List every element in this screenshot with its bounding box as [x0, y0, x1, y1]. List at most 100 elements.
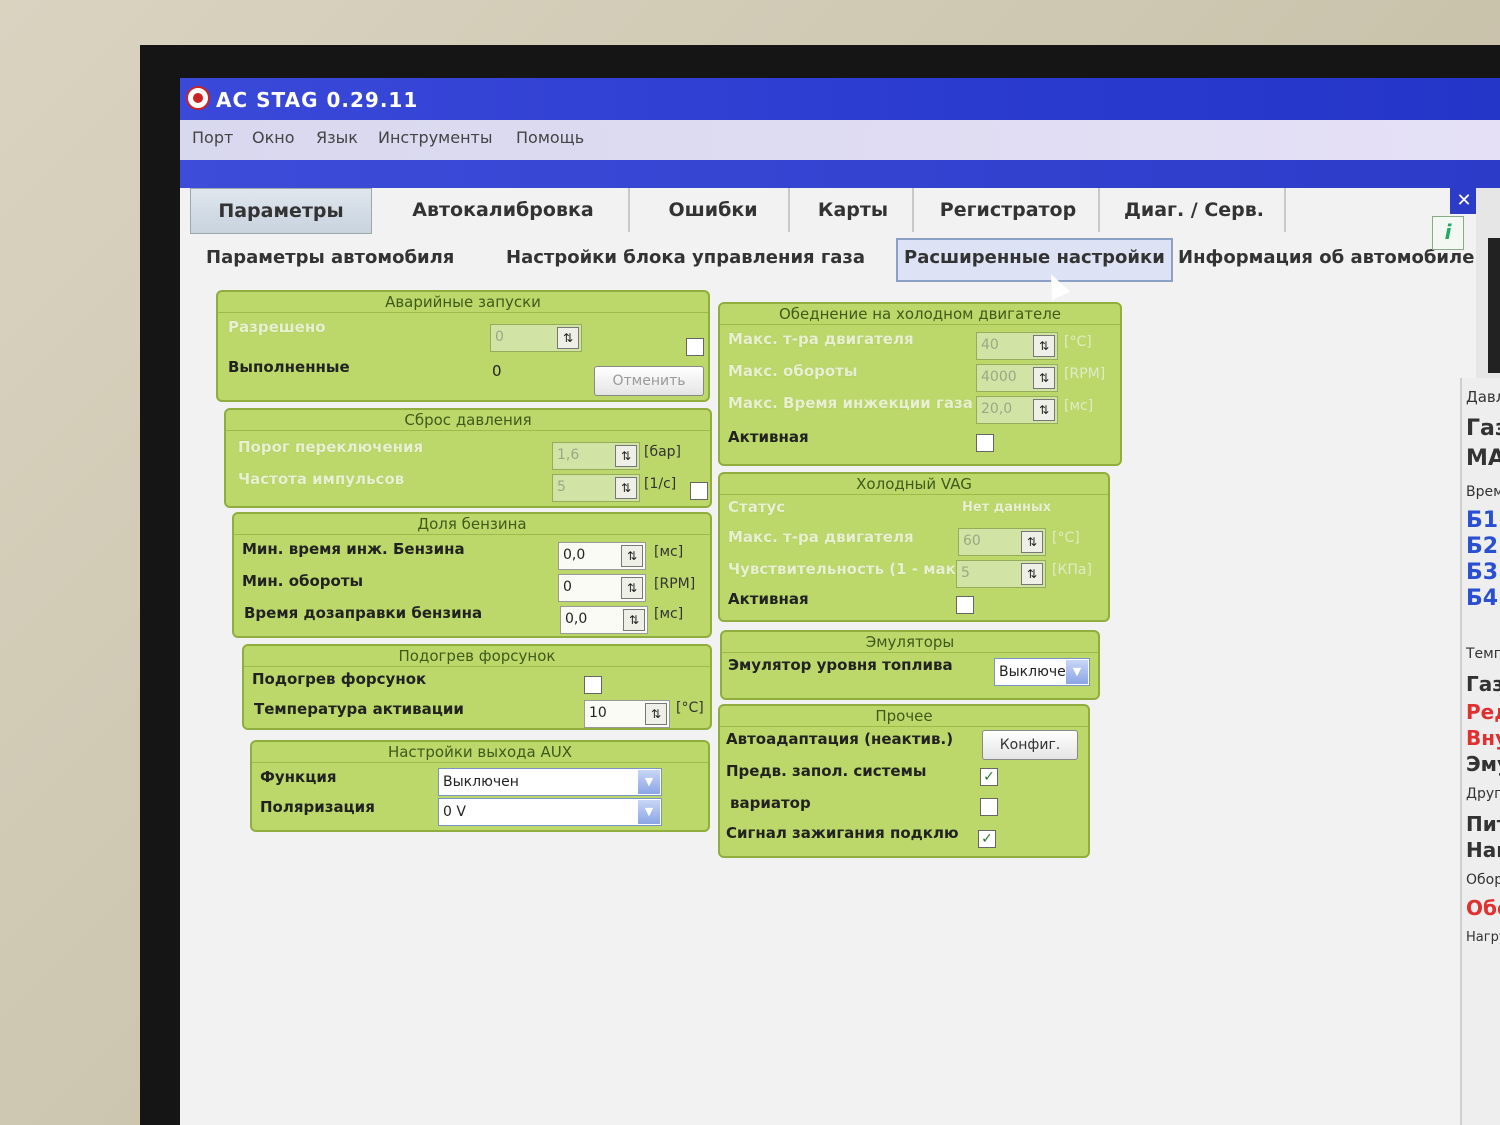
spin-arrows-icon[interactable]: ⇅ [1033, 399, 1055, 421]
petrol-share-title: Доля бензина [234, 514, 710, 535]
refuel-time-spinner[interactable]: 0,0 ⇅ [560, 606, 648, 634]
pressure-release-checkbox[interactable] [690, 482, 708, 500]
sidebar-label: Эмул. [1466, 752, 1500, 776]
menu-tools[interactable]: Инструменты [378, 128, 493, 147]
tab-recorder[interactable]: Регистратор [918, 188, 1100, 232]
min-rpm-spinner[interactable]: 0 ⇅ [558, 574, 646, 602]
injector-heating-label: Подогрев форсунок [252, 670, 427, 688]
injector-heating-checkbox[interactable] [584, 676, 602, 694]
menu-language[interactable]: Язык [316, 128, 358, 147]
max-engine-temp-spinner[interactable]: 40 ⇅ [976, 332, 1058, 360]
spin-arrows-icon[interactable]: ⇅ [1021, 531, 1043, 553]
sidebar-label: МА [1466, 446, 1500, 471]
min-injection-time-spinner[interactable]: 0,0 ⇅ [558, 542, 646, 570]
tab-errors[interactable]: Ошибки [638, 188, 790, 232]
chevron-down-icon[interactable]: ▼ [638, 770, 660, 794]
max-engine-temp-label: Макс. т-ра двигателя [728, 330, 914, 348]
vag-temp-label: Макс. т-ра двигателя [728, 528, 914, 546]
activation-temp-unit: [°C] [676, 700, 704, 716]
menu-bar: Порт Окно Язык Инструменты Помощь [180, 120, 1500, 160]
spin-arrows-icon[interactable]: ⇅ [615, 477, 637, 499]
sidebar-label: Ред. [1466, 700, 1500, 724]
max-gas-injection-spinner[interactable]: 20,0 ⇅ [976, 396, 1058, 424]
min-rpm-label: Мин. обороты [242, 572, 364, 590]
max-gas-injection-unit: [мс] [1064, 398, 1094, 414]
emulators-title: Эмуляторы [722, 632, 1098, 653]
menu-window[interactable]: Окно [252, 128, 295, 147]
done-label: Выполненные [228, 358, 350, 376]
aux-output-panel: Настройки выхода AUX Функция Выключен ▼ … [250, 740, 710, 832]
max-engine-temp-unit: [°C] [1064, 334, 1092, 350]
spin-arrows-icon[interactable]: ⇅ [1033, 335, 1055, 357]
vag-status-label: Статус [728, 498, 786, 516]
cancel-button[interactable]: Отменить [594, 366, 704, 396]
allowed-spinner[interactable]: 0 ⇅ [490, 324, 582, 352]
menu-port[interactable]: Порт [192, 128, 233, 147]
other-title: Прочее [720, 706, 1088, 727]
menu-help[interactable]: Помощь [516, 128, 584, 147]
activation-temp-label: Температура активации [254, 700, 464, 718]
threshold-spinner[interactable]: 1,6 ⇅ [552, 442, 640, 470]
frequency-spinner[interactable]: 5 ⇅ [552, 474, 640, 502]
fuel-level-emulator-select[interactable]: Выключе ▼ [994, 658, 1090, 686]
vag-temp-spinner[interactable]: 60 ⇅ [958, 528, 1046, 556]
spin-arrows-icon[interactable]: ⇅ [1021, 563, 1043, 585]
info-icon[interactable]: i [1432, 216, 1464, 250]
chevron-down-icon[interactable]: ▼ [1066, 660, 1088, 684]
sidebar-label: Обороты [об [1466, 872, 1500, 888]
spin-arrows-icon[interactable]: ⇅ [621, 577, 643, 599]
refuel-time-unit: [мс] [654, 606, 684, 622]
variator-checkbox[interactable] [980, 798, 998, 816]
chevron-down-icon[interactable]: ▼ [638, 800, 660, 824]
variator-label: вариатор [730, 794, 811, 812]
emergency-starts-panel: Аварийные запуски Разрешено 0 ⇅ Выполнен… [216, 290, 710, 402]
petrol-share-panel: Доля бензина Мин. время инж. Бензина 0,0… [232, 512, 712, 638]
vag-sensitivity-unit: [КПа] [1052, 562, 1092, 578]
gauges-sidebar: Давл Газ МА Время Б1 Б2 Б3 Б4 Темпера Га… [1460, 378, 1500, 1125]
min-injection-time-label: Мин. время инж. Бензина [242, 540, 465, 558]
done-value: 0 [492, 362, 502, 380]
max-rpm-unit: [RPM] [1064, 366, 1106, 382]
min-injection-time-unit: [мс] [654, 544, 684, 560]
min-rpm-unit: [RPM] [654, 576, 696, 592]
spin-arrows-icon[interactable]: ⇅ [621, 545, 643, 567]
sidebar-label: Газ [1466, 416, 1500, 441]
spin-arrows-icon[interactable]: ⇅ [623, 609, 645, 631]
toolbar-strip [180, 160, 1500, 188]
aux-function-select[interactable]: Выключен ▼ [438, 768, 662, 796]
spin-arrows-icon[interactable]: ⇅ [557, 327, 579, 349]
vag-active-checkbox[interactable] [956, 596, 974, 614]
tab-maps[interactable]: Карты [794, 188, 914, 232]
aux-polarization-label: Поляризация [260, 798, 375, 816]
spin-arrows-icon[interactable]: ⇅ [645, 703, 667, 725]
emulators-panel: Эмуляторы Эмулятор уровня топлива Выключ… [720, 630, 1100, 700]
cold-engine-lean-panel: Обеднение на холодном двигателе Макс. т-… [718, 302, 1122, 466]
aux-polarization-select[interactable]: 0 V ▼ [438, 798, 662, 826]
cold-lean-active-checkbox[interactable] [976, 434, 994, 452]
activation-temp-spinner[interactable]: 10 ⇅ [584, 700, 670, 728]
ignition-signal-checkbox[interactable]: ✓ [978, 830, 996, 848]
tab-diag-service[interactable]: Диаг. / Серв. [1104, 188, 1286, 232]
max-rpm-label: Макс. обороты [728, 362, 858, 380]
fuel-level-emulator-label: Эмулятор уровня топлива [728, 656, 953, 674]
sub-tabs: Параметры автомобиля Настройки блока упр… [200, 238, 1480, 282]
window-title: AC STAG 0.29.11 [216, 88, 419, 112]
spin-arrows-icon[interactable]: ⇅ [1033, 367, 1055, 389]
allowed-checkbox[interactable] [686, 338, 704, 356]
system-prefill-checkbox[interactable]: ✓ [980, 768, 998, 786]
subtab-advanced-settings[interactable]: Расширенные настройки [896, 238, 1173, 282]
vag-status-value: Нет данных [962, 500, 1052, 515]
sidebar-label: Б2 [1466, 534, 1499, 559]
max-rpm-spinner[interactable]: 4000 ⇅ [976, 364, 1058, 392]
tab-autocalibration[interactable]: Автокалибровка [378, 188, 630, 232]
vag-sensitivity-spinner[interactable]: 5 ⇅ [956, 560, 1046, 588]
sidebar-label: Другие [V [1466, 786, 1500, 802]
subtab-car-params[interactable]: Параметры автомобиля [206, 238, 454, 278]
sidebar-label: Б1 [1466, 508, 1499, 533]
subtab-car-info[interactable]: Информация об автомобиле [1178, 238, 1474, 278]
tab-parameters[interactable]: Параметры [190, 188, 372, 234]
spin-arrows-icon[interactable]: ⇅ [615, 445, 637, 467]
config-button[interactable]: Конфиг. [982, 730, 1078, 760]
main-tabs: Параметры Автокалибровка Ошибки Карты Ре… [188, 188, 1458, 234]
subtab-gas-ecu-settings[interactable]: Настройки блока управления газа [506, 238, 865, 278]
